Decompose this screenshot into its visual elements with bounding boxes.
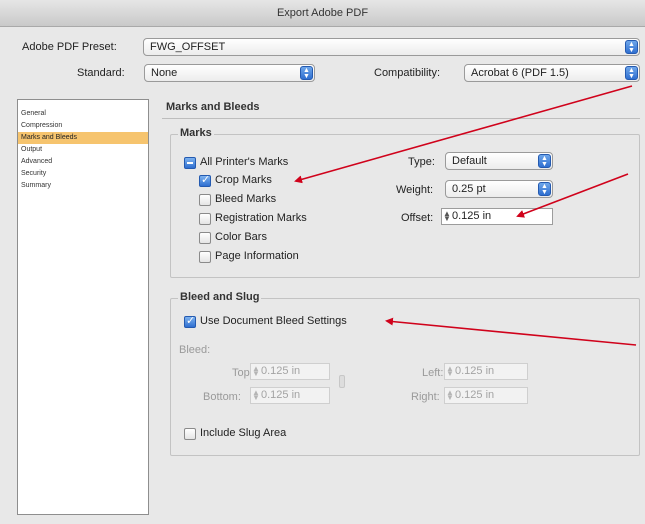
annotation-arrows bbox=[294, 85, 637, 346]
arrow-to-crop-marks bbox=[294, 85, 633, 184]
arrow-to-use-document-bleed bbox=[385, 317, 637, 346]
arrow-to-offset bbox=[516, 173, 629, 218]
